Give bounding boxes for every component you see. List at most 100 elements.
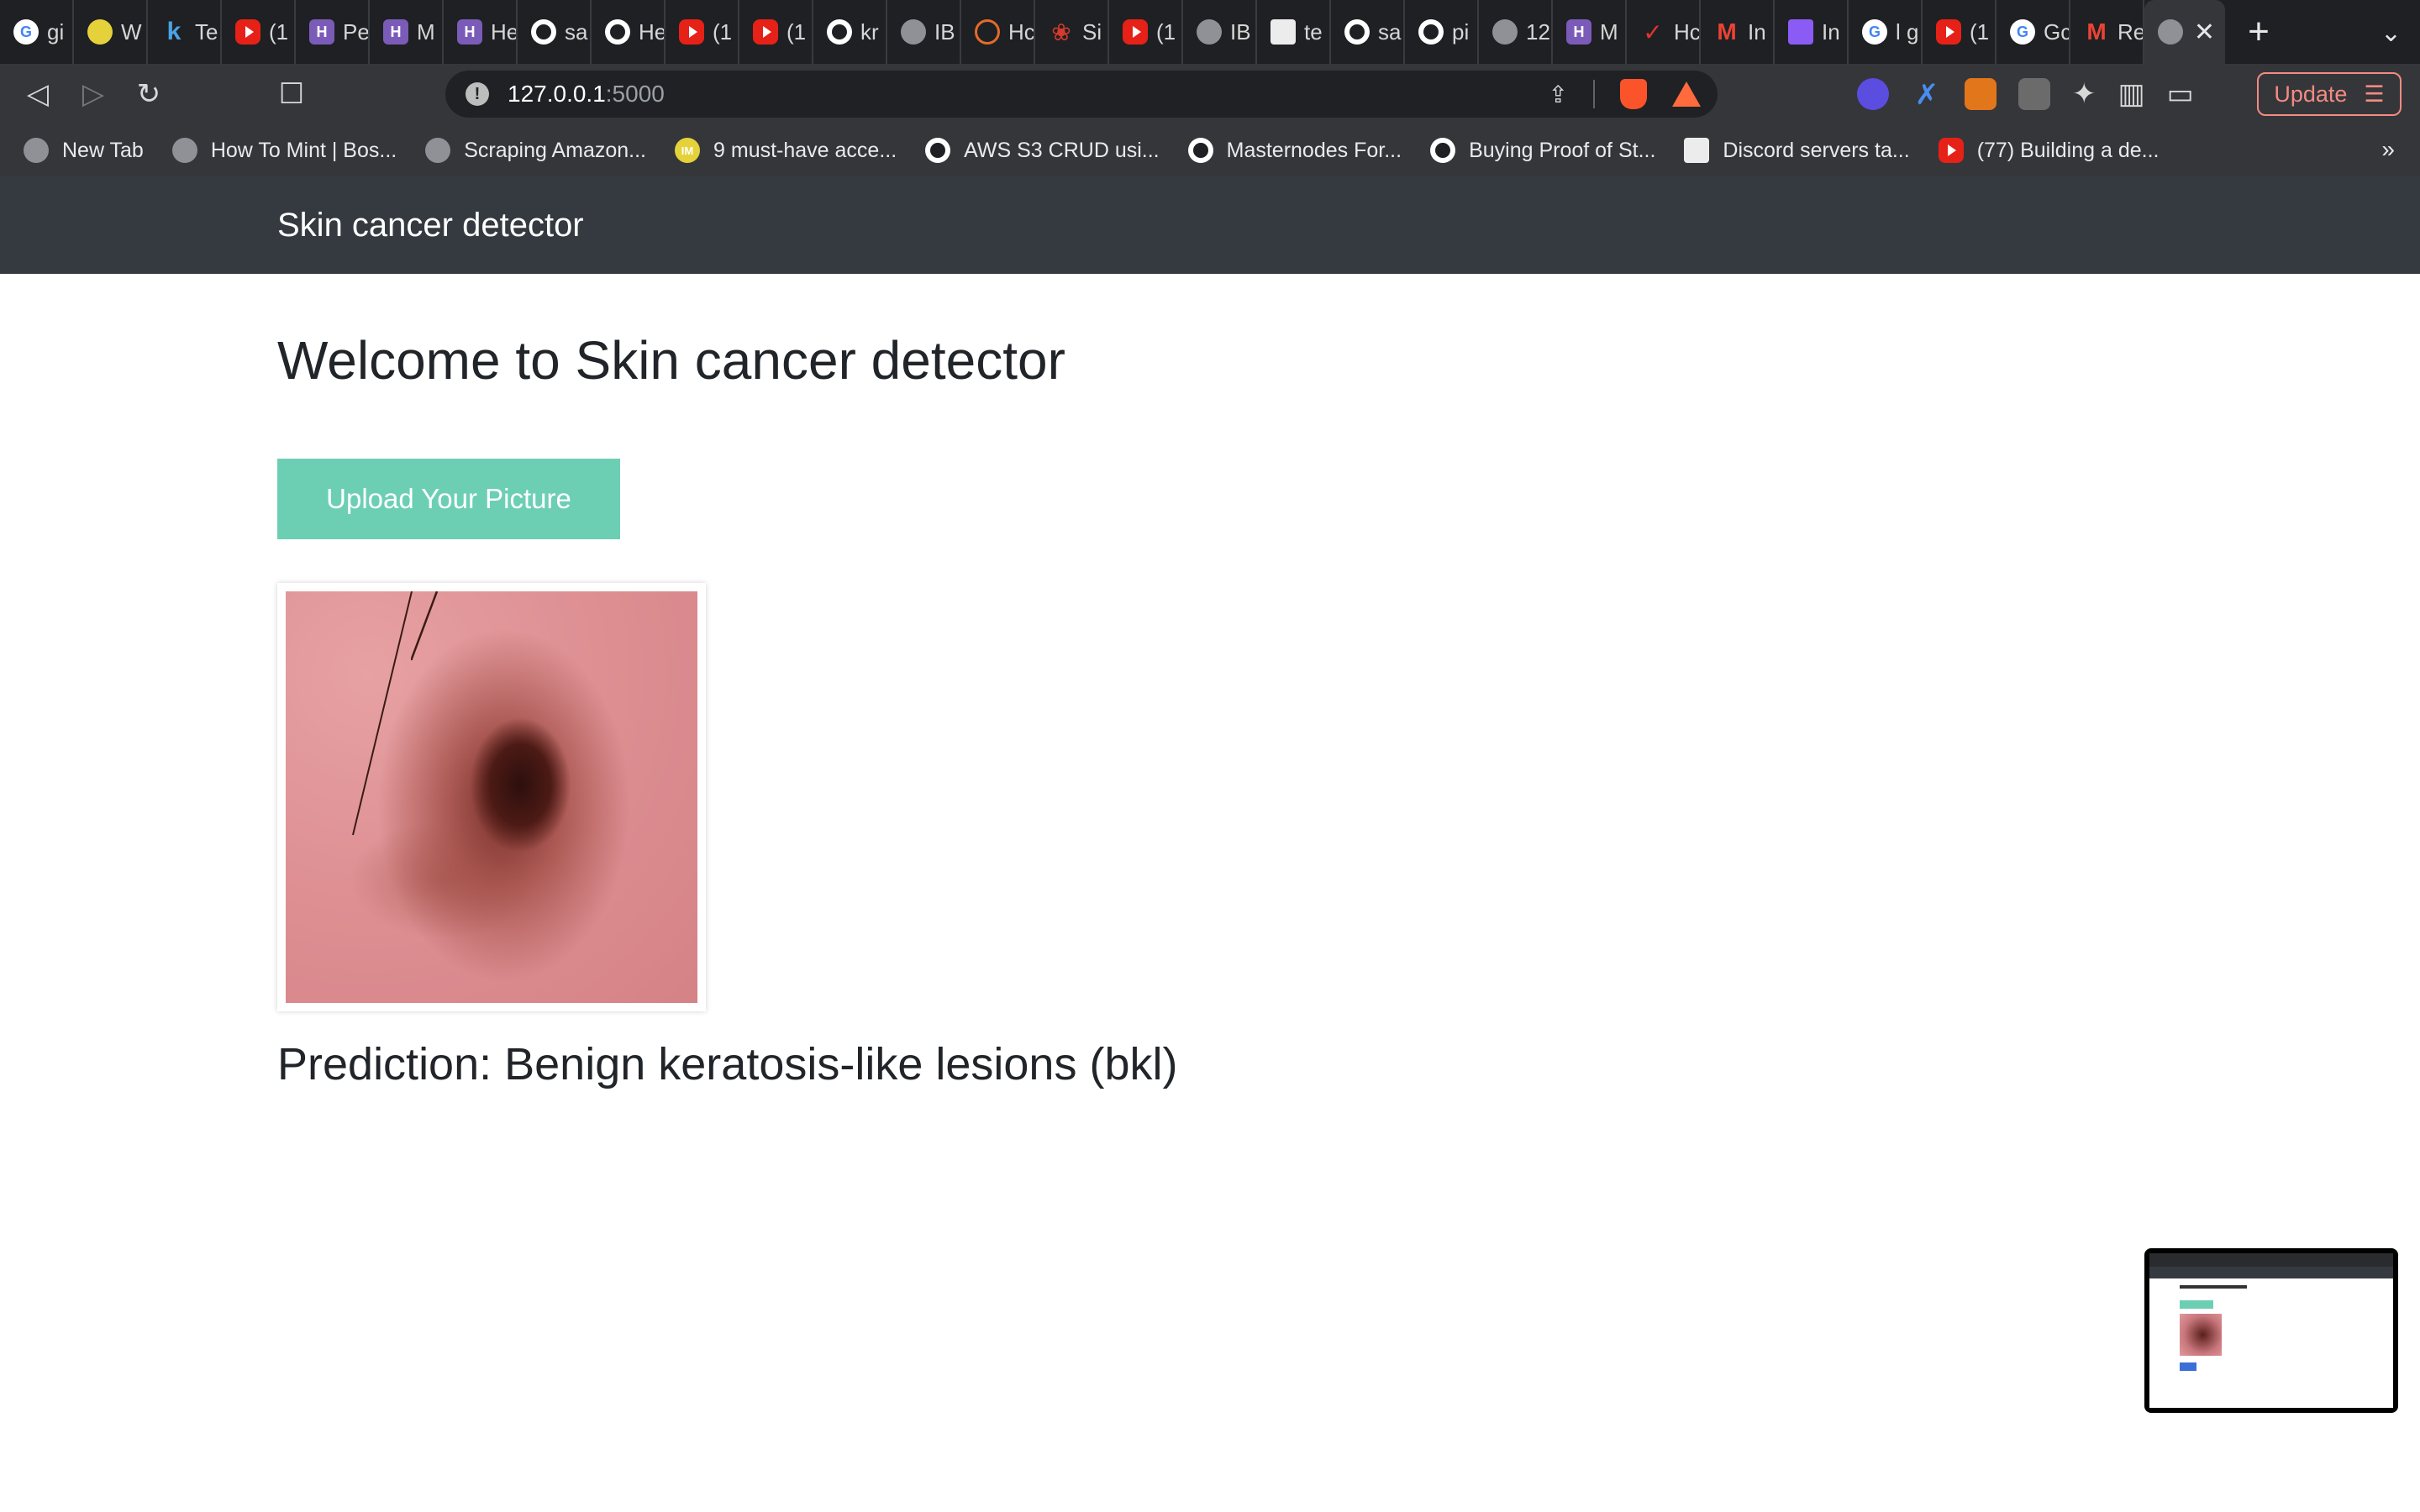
k-icon: k: [166, 18, 182, 45]
navbar-brand[interactable]: Skin cancer detector: [277, 207, 584, 244]
new-tab-button[interactable]: +: [2225, 0, 2292, 64]
tab-17[interactable]: te: [1257, 0, 1331, 64]
tab-22[interactable]: ✓ Hc: [1627, 0, 1701, 64]
share-icon[interactable]: ⇪: [1549, 81, 1568, 108]
tab-25[interactable]: Gl g: [1849, 0, 1923, 64]
tab-14[interactable]: ❀ Si: [1035, 0, 1109, 64]
tab-1[interactable]: W: [74, 0, 148, 64]
tab-label: Te: [195, 18, 218, 45]
brave-rewards-icon[interactable]: [1672, 81, 1701, 107]
github-icon: [1418, 19, 1444, 45]
reload-button[interactable]: ↻: [121, 77, 176, 111]
tab-18[interactable]: sa: [1331, 0, 1405, 64]
tab-10[interactable]: (1: [739, 0, 813, 64]
tab-15[interactable]: (1: [1109, 0, 1183, 64]
globe-icon: [24, 138, 49, 163]
tab-23[interactable]: M In: [1701, 0, 1775, 64]
extension-1-icon[interactable]: [1857, 78, 1889, 110]
discord-icon: [1684, 138, 1710, 163]
bookmark-label: AWS S3 CRUD usi...: [964, 138, 1160, 162]
bookmark-list: New Tab How To Mint | Bos... Scraping Amaz…: [24, 138, 2187, 163]
bookmark-item[interactable]: New Tab: [24, 138, 144, 163]
active-tab[interactable]: ✕: [2144, 0, 2225, 64]
tab-label: Hc: [1008, 18, 1035, 45]
tab-16[interactable]: IB: [1183, 0, 1257, 64]
bookmark-label: How To Mint | Bos...: [210, 138, 397, 162]
youtube-icon: [1938, 138, 1964, 163]
tab-12[interactable]: IB: [887, 0, 961, 64]
extension-2-icon[interactable]: ✗: [1911, 78, 1943, 111]
tab-19[interactable]: pi: [1405, 0, 1479, 64]
pip-lesion-image: [2180, 1314, 2222, 1356]
lemon-icon: [87, 19, 113, 45]
tab-9[interactable]: (1: [666, 0, 739, 64]
site-info-icon[interactable]: !: [466, 82, 489, 106]
swirl-icon: [975, 19, 1000, 45]
maple-leaf-icon: ❀: [1051, 18, 1071, 45]
bookmark-label: New Tab: [62, 138, 144, 162]
bookmark-item[interactable]: Scraping Amazon...: [425, 138, 646, 163]
bookmark-item[interactable]: Masternodes For...: [1187, 138, 1402, 163]
bookmark-item[interactable]: IM 9 must-have acce...: [675, 138, 897, 163]
tab-27[interactable]: G Gc: [1996, 0, 2070, 64]
tab-label: Hc: [1674, 18, 1701, 45]
tab-11[interactable]: kr: [813, 0, 887, 64]
update-button[interactable]: Update ☰: [2257, 72, 2402, 116]
tab-24[interactable]: In: [1775, 0, 1849, 64]
close-tab-icon[interactable]: ✕: [2194, 18, 2215, 47]
omnibox-divider: [1593, 80, 1595, 108]
extension-4-icon[interactable]: [2018, 78, 2050, 110]
bookmark-label: Masternodes For...: [1226, 138, 1402, 162]
hackernoon-icon: H: [309, 19, 334, 45]
bookmark-item[interactable]: (77) Building a de...: [1938, 138, 2159, 163]
tab-list: Ggi Wk Te (1 H Pe H M H He sa He (1 (1 kr IB Hc ❀ Si (1 IB te…: [0, 0, 2144, 64]
wallet-icon[interactable]: ▭: [2167, 77, 2194, 111]
tab-label: Re: [2118, 18, 2144, 45]
github-icon: [1344, 19, 1370, 45]
tab-label: (1: [1156, 18, 1176, 45]
upload-picture-button[interactable]: Upload Your Picture: [277, 459, 620, 539]
prediction-result: Prediction: Benign keratosis-like lesion…: [277, 1039, 1178, 1089]
tab-label: (1: [713, 18, 733, 45]
extensions-puzzle-icon[interactable]: ✦: [2072, 77, 2096, 111]
back-button[interactable]: ◁: [10, 77, 66, 111]
bookmark-item[interactable]: Buying Proof of St...: [1430, 138, 1655, 163]
extensions-area: ✗ ✦ ▥ ▭: [1857, 77, 2194, 111]
bookmark-icon[interactable]: ☐: [264, 77, 319, 111]
gmail-icon: M: [1717, 18, 1737, 45]
omnibox-actions: ⇪: [1549, 79, 1701, 109]
tab-21[interactable]: HM: [1553, 0, 1627, 64]
tab-6[interactable]: H He: [444, 0, 518, 64]
sidebar-toggle-icon[interactable]: ▥: [2118, 77, 2145, 111]
tab-0[interactable]: Ggi: [0, 0, 74, 64]
tab-strip: Ggi Wk Te (1 H Pe H M H He sa He (1 (1 kr IB Hc ❀ Si (1 IB te…: [0, 0, 2420, 64]
github-icon: [827, 19, 852, 45]
tab-20[interactable]: 12: [1479, 0, 1553, 64]
forward-button[interactable]: ▷: [66, 77, 121, 111]
bookmark-item[interactable]: AWS S3 CRUD usi...: [925, 138, 1160, 163]
puzzle-icon: [1788, 19, 1813, 45]
address-bar[interactable]: ! 127.0.0.1:5000 ⇪: [445, 71, 1718, 118]
tab-3[interactable]: (1: [222, 0, 296, 64]
bookmarks-overflow-button[interactable]: »: [2381, 136, 2395, 163]
address-host: 127.0.0.1: [508, 81, 606, 107]
tab-13[interactable]: Hc: [961, 0, 1035, 64]
bookmark-item[interactable]: Discord servers ta...: [1684, 138, 1910, 163]
tab-8[interactable]: He: [592, 0, 666, 64]
tab-28[interactable]: M Re: [2070, 0, 2144, 64]
menu-icon: ☰: [2364, 81, 2385, 107]
brave-shields-icon[interactable]: [1620, 79, 1647, 109]
tab-label: pi: [1452, 18, 1470, 45]
tab-label: sa: [1378, 18, 1402, 45]
metamask-icon[interactable]: [1965, 78, 1996, 110]
picture-in-picture-preview[interactable]: [2144, 1248, 2398, 1413]
address-url[interactable]: 127.0.0.1:5000: [508, 81, 665, 108]
tab-5[interactable]: HM: [370, 0, 444, 64]
tab-search-chevron-icon[interactable]: ⌄: [2381, 18, 2402, 48]
bookmark-item[interactable]: How To Mint | Bos...: [171, 138, 397, 163]
tab-7[interactable]: sa: [518, 0, 592, 64]
tab-26[interactable]: (1: [1923, 0, 1996, 64]
tab-2[interactable]: k Te: [148, 0, 222, 64]
tab-4[interactable]: H Pe: [296, 0, 370, 64]
globe-icon: [1197, 19, 1222, 45]
